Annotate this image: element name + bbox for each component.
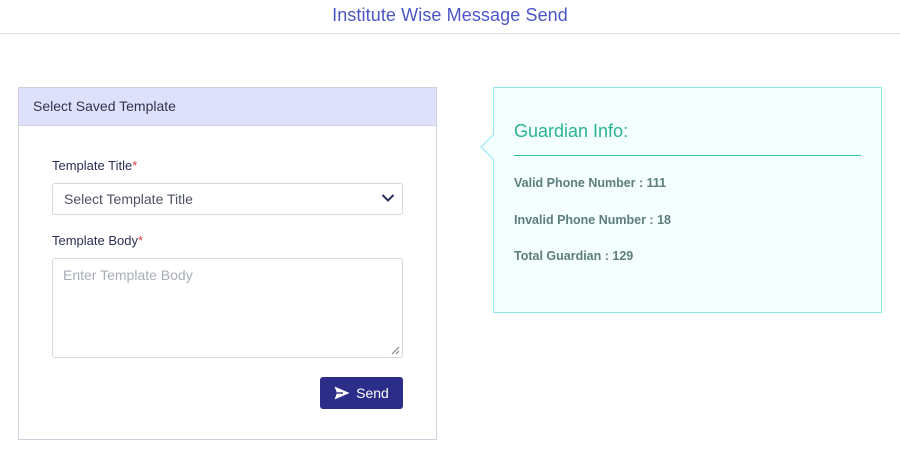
template-body-label: Template Body*: [52, 233, 143, 248]
panel-heading: Select Saved Template: [19, 88, 436, 126]
template-title-select-value: Select Template Title: [64, 191, 193, 207]
template-body-placeholder: Enter Template Body: [63, 267, 193, 283]
template-title-label-text: Template Title: [52, 158, 133, 173]
info-divider: [514, 155, 861, 156]
total-guardian-count: Total Guardian : 129: [514, 249, 634, 263]
chevron-down-icon: [381, 194, 395, 202]
template-title-label: Template Title*: [52, 158, 137, 173]
send-button-label: Send: [356, 385, 389, 401]
required-mark: *: [132, 158, 138, 173]
resize-handle-icon[interactable]: [391, 346, 400, 355]
guardian-info-card: Guardian Info: Valid Phone Number : 111 …: [480, 87, 882, 313]
template-title-select[interactable]: Select Template Title: [52, 183, 403, 215]
template-body-label-text: Template Body: [52, 233, 138, 248]
card-pointer: [480, 134, 506, 160]
template-body-textarea[interactable]: Enter Template Body: [52, 258, 403, 358]
required-mark: *: [138, 233, 144, 248]
valid-phone-count: Valid Phone Number : 111: [514, 176, 667, 190]
invalid-phone-count: Invalid Phone Number : 18: [514, 213, 671, 227]
page-title: Institute Wise Message Send: [332, 5, 568, 25]
send-icon: [334, 386, 350, 400]
guardian-info-title: Guardian Info:: [514, 121, 629, 141]
select-saved-template-panel: Select Saved Template Template Title* Se…: [18, 87, 437, 440]
page-header: Institute Wise Message Send: [0, 0, 900, 34]
send-button[interactable]: Send: [320, 377, 403, 409]
